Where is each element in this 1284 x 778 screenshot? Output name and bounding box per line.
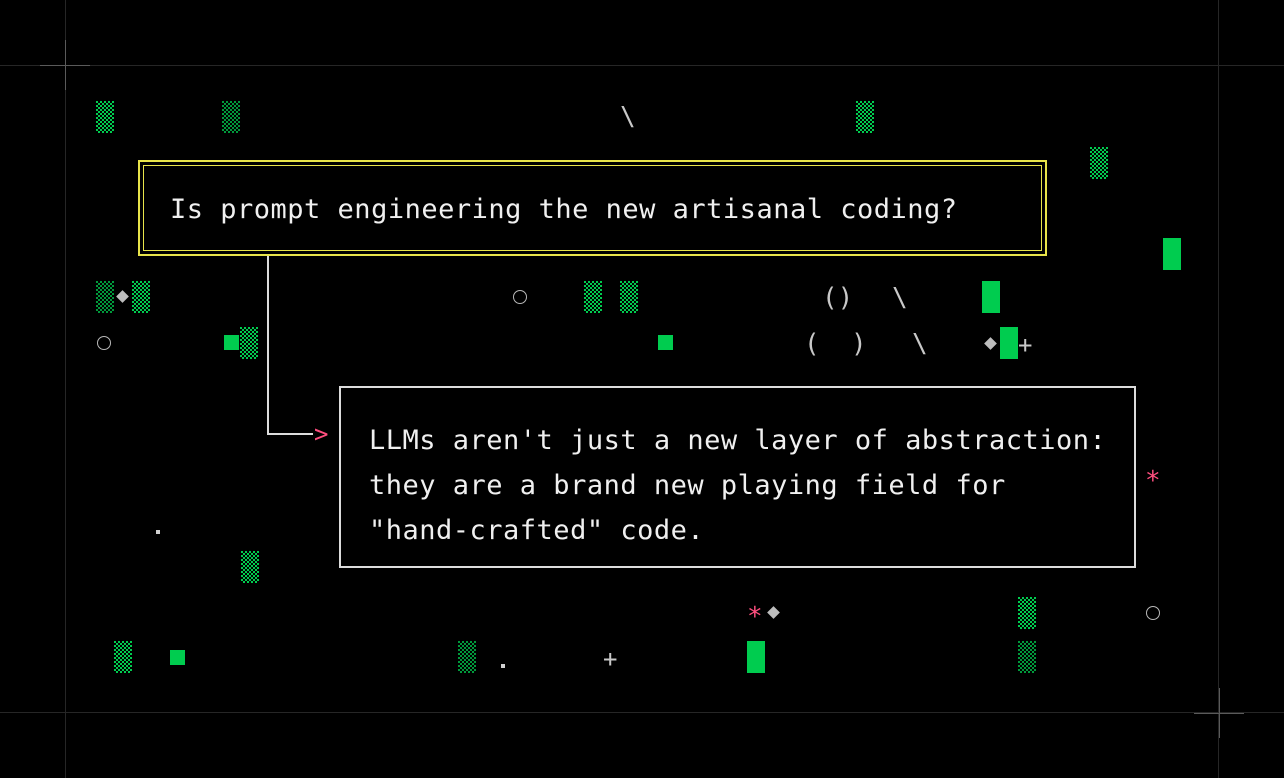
backslash-glyph: \: [912, 329, 928, 359]
frame-line-left: [65, 0, 66, 778]
shade-block: [1018, 641, 1036, 673]
arrow-icon: >: [314, 420, 329, 448]
parentheses-glyph: ( ): [804, 329, 867, 359]
asterisk-glyph: *: [1145, 466, 1161, 496]
crosshair-top-left-icon: [40, 40, 90, 90]
shade-block: [584, 281, 602, 313]
parentheses-glyph: (): [822, 283, 854, 313]
shade-block: [96, 101, 114, 133]
solid-block: [982, 281, 1000, 313]
question-box: Is prompt engineering the new artisanal …: [138, 160, 1047, 256]
shade-block: [1018, 597, 1036, 629]
circle-icon: [97, 336, 111, 350]
dot-glyph: [156, 530, 160, 534]
circle-icon: [513, 290, 527, 304]
solid-block: [658, 335, 673, 350]
asterisk-glyph: *: [747, 602, 763, 632]
shade-block: [856, 101, 874, 133]
shade-block: [620, 281, 638, 313]
diamond-icon: [116, 290, 129, 303]
backslash-glyph: \: [620, 102, 636, 132]
shade-block: [222, 101, 240, 133]
circle-icon: [1146, 606, 1160, 620]
shade-block: [96, 281, 114, 313]
frame-line-top: [0, 65, 1284, 66]
crosshair-bottom-right-icon: [1194, 688, 1244, 738]
question-text: Is prompt engineering the new artisanal …: [170, 194, 958, 225]
diamond-icon: [767, 606, 780, 619]
shade-block: [114, 641, 132, 673]
shade-block: [458, 641, 476, 673]
frame-line-right: [1218, 0, 1219, 778]
solid-block: [747, 641, 765, 673]
solid-block: [1163, 238, 1181, 270]
answer-text: LLMs aren't just a new layer of abstract…: [369, 425, 1107, 546]
connector-line: [267, 256, 269, 434]
shade-block: [1090, 147, 1108, 179]
plus-glyph: +: [603, 645, 618, 673]
solid-block: [1000, 327, 1018, 359]
frame-line-bottom: [0, 712, 1284, 713]
connector-line: [267, 433, 313, 435]
solid-block: [224, 335, 239, 350]
backslash-glyph: \: [892, 283, 908, 313]
answer-box: LLMs aren't just a new layer of abstract…: [339, 386, 1136, 568]
dot-glyph: [501, 664, 505, 668]
shade-block: [240, 327, 258, 359]
plus-glyph: +: [1018, 331, 1033, 359]
shade-block: [241, 551, 259, 583]
diamond-icon: [984, 337, 997, 350]
solid-block: [170, 650, 185, 665]
shade-block: [132, 281, 150, 313]
